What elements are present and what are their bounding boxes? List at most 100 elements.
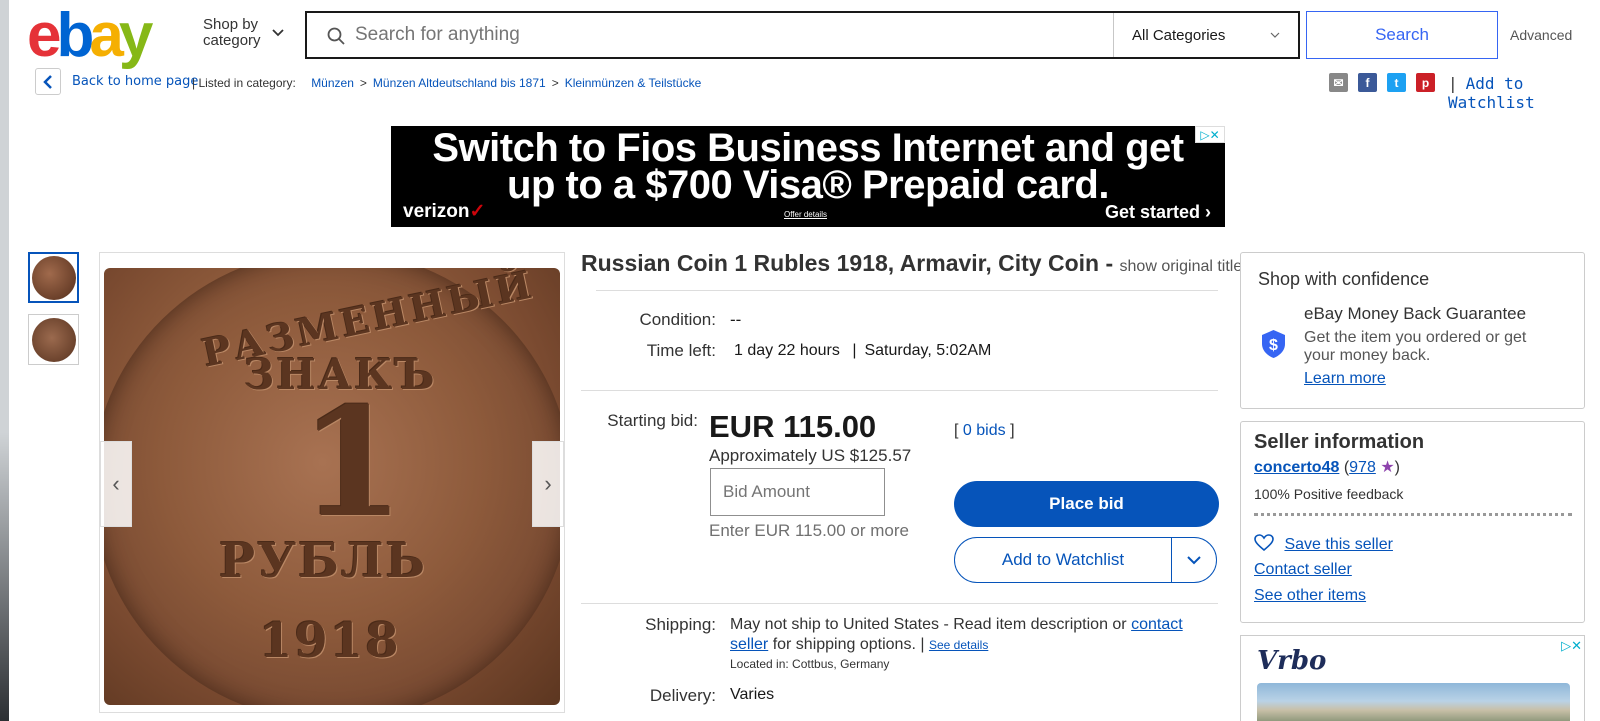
previous-image-button[interactable]: ‹ <box>100 441 132 527</box>
watchlist-dropdown-button[interactable] <box>1172 538 1216 582</box>
category-select-value: All Categories <box>1132 26 1226 44</box>
condition-label: Condition: <box>639 310 716 329</box>
chevron-left-icon <box>43 74 52 89</box>
breadcrumb-item[interactable]: Münzen Altdeutschland bis 1871 <box>373 76 546 90</box>
star-icon: ★ <box>1380 459 1395 476</box>
divider <box>581 390 1218 391</box>
contact-seller-link[interactable]: Contact seller <box>1254 561 1352 579</box>
paren: ) <box>1394 459 1400 476</box>
ad-brand: verizon <box>403 201 470 222</box>
contact-seller-link[interactable]: contact <box>1131 616 1183 633</box>
facebook-icon[interactable]: f <box>1358 73 1377 92</box>
coin-photo: РАЗМЕННЫЙ ЗНАКЪ 1 РУБЛЬ 1918 <box>104 268 560 705</box>
see-details-link[interactable]: See details <box>929 638 988 652</box>
thumbnail[interactable] <box>28 314 79 365</box>
shipping-suffix: for shipping options. | <box>772 636 925 653</box>
current-price: EUR 115.00 <box>709 409 877 444</box>
place-bid-button[interactable]: Place bid <box>954 481 1219 527</box>
breadcrumb-item[interactable]: Kleinmünzen & Teilstücke <box>565 76 702 90</box>
divider <box>1254 513 1572 516</box>
shop-by-category-button[interactable]: Shop by category <box>203 17 261 49</box>
thumbnail[interactable] <box>28 252 79 303</box>
next-image-button[interactable]: › <box>532 441 564 527</box>
svg-text:$: $ <box>1269 337 1278 354</box>
ad-choices-icon[interactable]: ▷✕ <box>1195 126 1225 143</box>
email-icon[interactable]: ✉ <box>1329 73 1348 92</box>
header-watchlist: | Add to Watchlist <box>1448 74 1600 112</box>
time-separator: | <box>852 342 857 359</box>
delivery-value: Varies <box>730 686 775 703</box>
shipping-label: Shipping: <box>645 615 716 634</box>
pinterest-icon[interactable]: p <box>1416 73 1435 92</box>
category-select[interactable]: All Categories <box>1113 13 1298 57</box>
logo-letter: b <box>56 1 94 70</box>
bracket: ] <box>1010 422 1015 439</box>
search-input-wrap <box>307 13 1113 57</box>
coin-unit: РУБЛЬ <box>219 533 428 589</box>
coin-year: 1918 <box>259 613 401 669</box>
heart-icon <box>1254 534 1274 552</box>
ad-choices-icon[interactable]: ▷✕ <box>1561 638 1582 654</box>
get-started-link[interactable]: Get started › <box>1105 202 1211 223</box>
learn-more-link[interactable]: Learn more <box>1304 370 1386 388</box>
logo-letter: y <box>118 1 154 70</box>
see-other-items-link[interactable]: See other items <box>1254 587 1366 605</box>
save-this-seller-link[interactable]: Save this seller <box>1284 536 1393 553</box>
feedback-score-link[interactable]: 978 <box>1349 459 1376 476</box>
breadcrumb: | Listed in category: Münzen > Münzen Altd… <box>192 76 701 90</box>
add-to-watchlist-link[interactable]: Add to Watchlist <box>1448 74 1535 112</box>
seller-info-title: Seller information <box>1254 431 1425 453</box>
window-edge <box>0 0 9 721</box>
chevron-down-icon[interactable] <box>272 27 284 39</box>
search-input[interactable] <box>307 13 1113 57</box>
save-seller-row[interactable]: Save this seller <box>1254 534 1393 554</box>
bids-link[interactable]: 0 bids <box>963 422 1006 439</box>
search-icon <box>327 27 345 45</box>
ad-banner[interactable]: Switch to Fios Business Internet and get… <box>391 126 1225 227</box>
shield-icon: $ <box>1262 330 1285 358</box>
logo-letter: a <box>89 1 124 70</box>
breadcrumb-item[interactable]: Münzen <box>311 76 354 90</box>
ad-headline: Switch to Fios Business Internet and get… <box>391 126 1225 207</box>
guarantee-text: Get the item you ordered or get <box>1304 329 1527 346</box>
time-left-duration: 1 day 22 hours <box>734 342 840 359</box>
ebay-logo[interactable]: ebay <box>27 5 153 67</box>
bid-amount-input[interactable] <box>710 468 885 516</box>
time-left-value: 1 day 22 hours | Saturday, 5:02AM <box>734 342 991 360</box>
offer-details-link[interactable]: Offer details <box>784 210 827 219</box>
bid-hint: Enter EUR 115.00 or more <box>709 521 909 540</box>
ad-headline-line: up to a $700 Visa® Prepaid card. <box>507 163 1109 207</box>
delivery-label: Delivery: <box>649 686 716 705</box>
bracket: [ <box>954 422 959 439</box>
contact-seller-link[interactable]: seller <box>730 636 768 653</box>
back-button[interactable] <box>35 68 61 95</box>
side-ad[interactable]: Vrbo ▷✕ <box>1240 635 1585 721</box>
search-button[interactable]: Search <box>1306 11 1498 59</box>
ad-photo <box>1257 683 1570 721</box>
show-original-title-link[interactable]: show original title <box>1120 258 1243 275</box>
logo-letter: e <box>27 1 62 70</box>
ad-cta-label: Get started <box>1104 202 1200 222</box>
chevron-down-icon <box>1270 32 1280 38</box>
divider <box>581 603 1218 604</box>
listed-in-label: | Listed in category: <box>192 76 296 90</box>
add-to-watchlist-button[interactable]: Add to Watchlist <box>955 538 1172 582</box>
end-time: Saturday, 5:02AM <box>864 342 992 359</box>
guarantee-title: eBay Money Back Guarantee <box>1304 304 1527 323</box>
advanced-search-link[interactable]: Advanced <box>1510 27 1572 43</box>
twitter-icon[interactable]: t <box>1387 73 1406 92</box>
main-image[interactable]: РАЗМЕННЫЙ ЗНАКЪ 1 РУБЛЬ 1918 ‹ › <box>99 252 565 713</box>
condition-value: -- <box>730 310 742 329</box>
item-location: Located in: Cottbus, Germany <box>730 657 890 671</box>
share-icons: ✉ f t p <box>1329 73 1435 92</box>
watchlist-button-group: Add to Watchlist <box>954 537 1217 583</box>
breadcrumb-separator: > <box>551 76 559 90</box>
shop-by-label: Shop by <box>203 16 259 33</box>
divider <box>596 290 1218 291</box>
ad-headline-line: Switch to Fios Business Internet and get <box>432 126 1184 170</box>
back-to-home-link[interactable]: Back to home page <box>72 74 198 89</box>
shop-by-label-category: category <box>203 32 261 49</box>
seller-name-link[interactable]: concerto48 <box>1254 459 1339 476</box>
breadcrumb-separator: > <box>359 76 367 90</box>
chevron-down-icon <box>1187 556 1201 565</box>
